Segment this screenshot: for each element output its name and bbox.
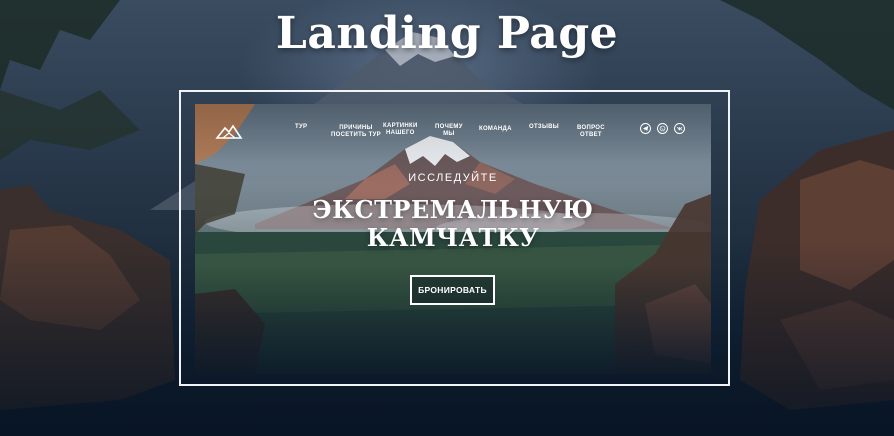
site-header: ТУР ПРИЧИНЫ ПОСЕТИТЬ ТУР КАРТИНКИ НАШЕГО… [195, 104, 711, 148]
hero-kicker: ИССЛЕДУЙТЕ [408, 172, 498, 184]
hero-title: ЭКСТРЕМАЛЬНУЮ КАМЧАТКУ [195, 196, 711, 252]
landing-page-preview: ТУР ПРИЧИНЫ ПОСЕТИТЬ ТУР КАРТИНКИ НАШЕГО… [195, 104, 711, 374]
page-title: Landing Page [275, 8, 619, 59]
hero-title-line-2: КАМЧАТКУ [366, 223, 540, 252]
nav-item-team[interactable]: КОМАНДА [479, 126, 512, 133]
nav-item-why-us[interactable]: ПОЧЕМУ МЫ [435, 124, 463, 138]
nav-item-tour[interactable]: ТУР [295, 124, 307, 131]
telegram-icon[interactable] [640, 123, 651, 134]
nav-item-reviews[interactable]: ОТЗЫВЫ [529, 124, 559, 131]
book-button[interactable]: БРОНИРОВАТЬ [410, 275, 495, 305]
hero-title-line-1: ЭКСТРЕМАЛЬНУЮ [312, 195, 594, 224]
whatsapp-icon[interactable] [657, 123, 668, 134]
nav-item-pictures[interactable]: КАРТИНКИ НАШЕГО [383, 123, 418, 137]
nav-item-reasons[interactable]: ПРИЧИНЫ ПОСЕТИТЬ ТУР [331, 125, 381, 139]
vk-icon[interactable] [674, 123, 685, 134]
nav-item-faq[interactable]: ВОПРОС ОТВЕТ [577, 125, 605, 139]
logo-icon[interactable] [215, 122, 243, 140]
